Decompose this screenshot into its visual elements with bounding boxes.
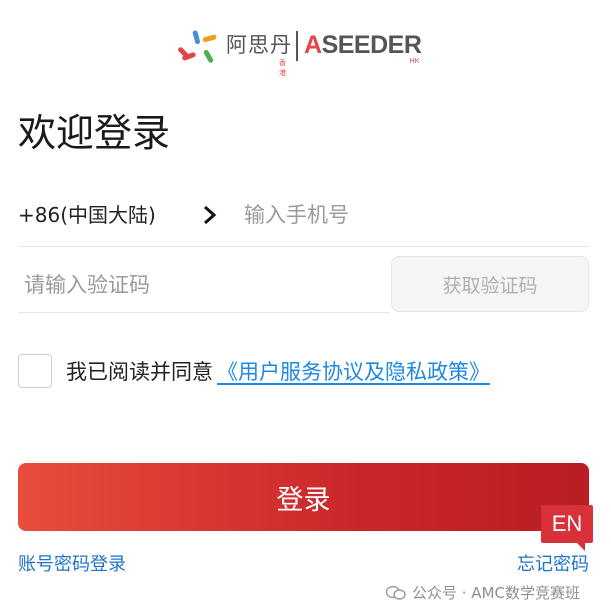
- logo-sub-en: HK: [409, 58, 420, 65]
- logo-divider: [296, 31, 298, 61]
- password-login-link[interactable]: 账号密码登录: [18, 550, 126, 576]
- agreement-row: 我已阅读并同意 《用户服务协议及隐私政策》: [18, 352, 490, 390]
- wechat-icon: [386, 585, 406, 600]
- agreement-link[interactable]: 《用户服务协议及隐私政策》: [217, 356, 490, 386]
- logo-name-cn: 阿思丹: [226, 33, 292, 57]
- logo-en-rest: SEEDER: [321, 31, 422, 59]
- page-title: 欢迎登录: [18, 111, 171, 155]
- watermark: 公众号 · AMC数学竞赛班: [386, 582, 580, 603]
- phone-input[interactable]: [238, 198, 590, 232]
- code-row: [18, 256, 390, 313]
- forgot-password-link[interactable]: 忘记密码: [517, 550, 589, 576]
- logo-en-block: ASEEDER HK: [304, 28, 422, 65]
- brand-logo: 阿思丹 香港 ASEEDER HK: [178, 28, 422, 77]
- logo-cn-block: 阿思丹 香港: [226, 28, 292, 77]
- chevron-right-icon[interactable]: [199, 203, 221, 227]
- logo-name-en: ASEEDER: [304, 28, 422, 62]
- language-toggle-button[interactable]: EN: [541, 505, 593, 551]
- verification-code-input[interactable]: [18, 268, 390, 302]
- seed-logo-icon: [178, 30, 217, 63]
- phone-row: +86(中国大陆): [18, 186, 590, 247]
- get-code-button[interactable]: 获取验证码: [391, 256, 589, 312]
- watermark-text: 公众号 · AMC数学竞赛班: [412, 584, 580, 602]
- agreement-checkbox[interactable]: [18, 354, 52, 388]
- logo-sub-cn: 香港: [279, 59, 286, 77]
- logo-en-a: A: [304, 31, 322, 59]
- login-button[interactable]: 登录: [18, 463, 589, 531]
- agreement-text: 我已阅读并同意: [66, 360, 213, 384]
- country-code-selector[interactable]: +86(中国大陆): [18, 200, 156, 230]
- login-page: 阿思丹 香港 ASEEDER HK 欢迎登录 +86(中国大陆) 获取验证码 我…: [0, 0, 611, 615]
